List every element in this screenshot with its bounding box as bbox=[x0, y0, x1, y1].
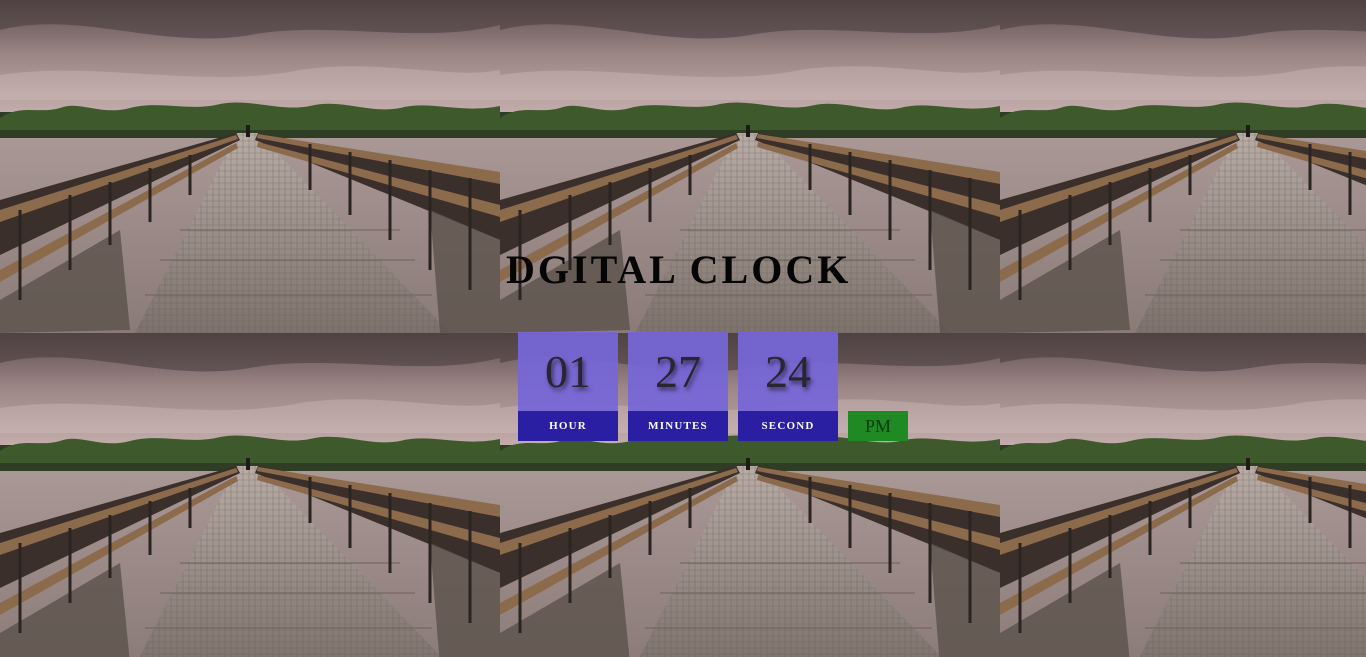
second-label: SECOND bbox=[738, 411, 838, 441]
minutes-unit: 27 MINUTES bbox=[628, 332, 728, 441]
minutes-value: 27 bbox=[628, 332, 728, 411]
period-badge: PM bbox=[848, 411, 908, 441]
background-photo-tile bbox=[0, 0, 500, 333]
page-title: DGITAL CLOCK bbox=[506, 247, 852, 292]
hour-unit: 01 HOUR bbox=[518, 332, 618, 441]
background-photo-tile bbox=[1000, 333, 1366, 657]
background-photo-tile bbox=[1000, 0, 1366, 333]
minutes-label: MINUTES bbox=[628, 411, 728, 441]
hour-label: HOUR bbox=[518, 411, 618, 441]
hour-value: 01 bbox=[518, 332, 618, 411]
background-tiled-photo bbox=[0, 0, 1366, 657]
background-photo-tile bbox=[0, 333, 500, 657]
second-unit: 24 SECOND bbox=[738, 332, 838, 441]
second-value: 24 bbox=[738, 332, 838, 411]
